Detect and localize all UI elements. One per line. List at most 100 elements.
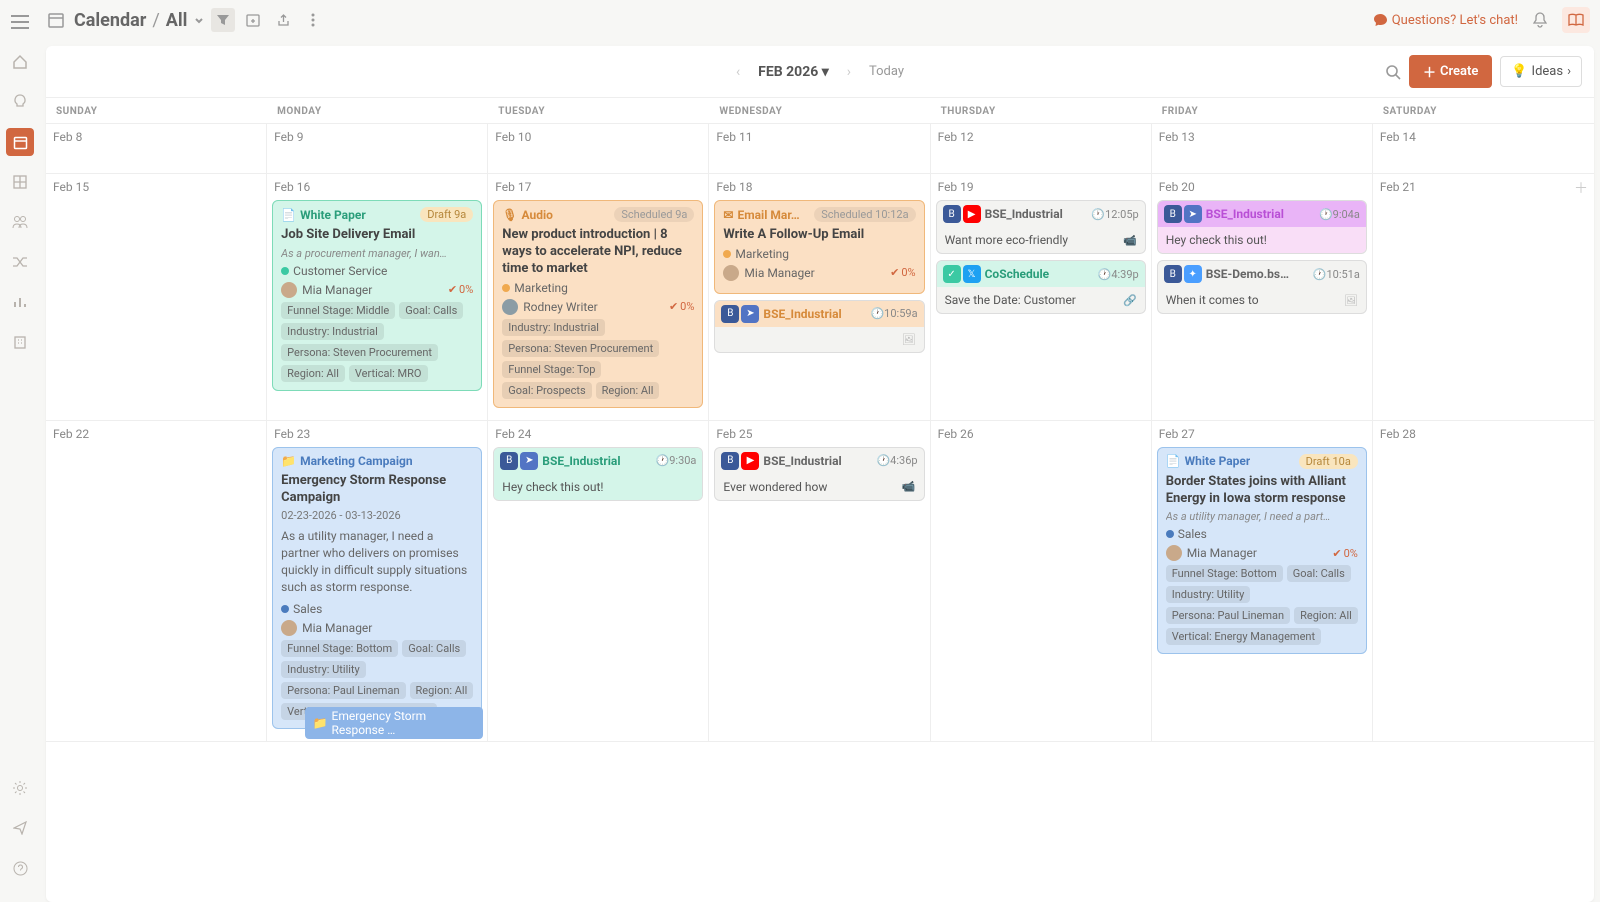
- month-picker[interactable]: FEB 2026 ▾: [758, 64, 829, 80]
- card-title: Job Site Delivery Email: [281, 227, 473, 244]
- card-title: Emergency Storm Response Campaign: [281, 473, 473, 507]
- bulb-icon[interactable]: [6, 88, 34, 116]
- dept-dot: [281, 605, 289, 613]
- tag: Region: All: [410, 682, 474, 699]
- coschedule-icon: ✓: [943, 265, 961, 283]
- tag: Goal: Calls: [1287, 565, 1351, 582]
- social-card[interactable]: B➤ BSE_Industrial 🕐9:30a Hey check this …: [493, 447, 703, 501]
- next-month[interactable]: ›: [847, 64, 851, 80]
- tag: Funnel Stage: Bottom: [1166, 565, 1283, 582]
- sidebar: [0, 0, 40, 902]
- ideas-button[interactable]: 💡Ideas›: [1500, 56, 1582, 87]
- analytics-icon[interactable]: [6, 288, 34, 316]
- avatar: [1166, 545, 1182, 561]
- breadcrumb-root: Calendar: [74, 10, 146, 31]
- progress: ✔0%: [669, 300, 694, 313]
- tag: Vertical: MRO: [349, 365, 428, 382]
- shuffle-icon[interactable]: [6, 248, 34, 276]
- card-body: As a utility manager, I need a partner w…: [281, 528, 473, 595]
- bell-icon[interactable]: [1528, 8, 1552, 32]
- social-icon: ✦: [1184, 265, 1202, 283]
- breadcrumb-leaf: All: [166, 10, 188, 31]
- avatar: [723, 265, 739, 281]
- youtube-icon: ▶: [741, 452, 759, 470]
- grid-icon[interactable]: [6, 168, 34, 196]
- folder-icon: 📁: [281, 454, 296, 468]
- buffer-icon: B: [500, 452, 518, 470]
- breadcrumb[interactable]: Calendar / All: [74, 10, 205, 31]
- date-label: Feb 24: [493, 425, 703, 447]
- date-label: Feb 17: [493, 178, 703, 200]
- card-title: New product introduction | 8 ways to acc…: [502, 227, 694, 278]
- help-icon[interactable]: [6, 854, 34, 882]
- tag: Industry: Utility: [1166, 586, 1251, 603]
- email-icon: ✉: [723, 208, 733, 222]
- social-card[interactable]: B✦ BSE-Demo.bs… 🕐10:51a When it comes to…: [1157, 260, 1367, 314]
- calendar: ‹ FEB 2026 ▾ › Today ＋Create 💡Ideas› SUN…: [46, 46, 1594, 902]
- breadcrumb-sep: /: [152, 10, 159, 31]
- video-icon: 📹: [902, 480, 916, 493]
- date-label: Feb 16: [272, 178, 482, 200]
- buffer-icon: B: [1164, 205, 1182, 223]
- more-icon[interactable]: [301, 8, 325, 32]
- date-label: Feb 10: [493, 128, 703, 150]
- chevron-down-icon: [193, 14, 205, 26]
- menu-icon[interactable]: [6, 8, 34, 36]
- card-subtitle: As a utility manager, I need a part…: [1166, 510, 1358, 523]
- tag: Industry: Industrial: [502, 319, 605, 336]
- card-type: White Paper: [1185, 454, 1251, 468]
- dept-dot: [281, 267, 289, 275]
- tag: Persona: Steven Procurement: [281, 344, 438, 361]
- chat-link[interactable]: Questions? Let's chat!: [1373, 13, 1518, 28]
- link-icon: 🔗: [1123, 294, 1137, 307]
- home-icon[interactable]: [6, 48, 34, 76]
- calendar-icon[interactable]: [6, 128, 34, 156]
- avatar: [281, 282, 297, 298]
- card-type: Email Mar…: [737, 208, 799, 222]
- card-type: White Paper: [300, 208, 366, 222]
- calendar-plus-icon[interactable]: [241, 8, 265, 32]
- send-icon[interactable]: [6, 814, 34, 842]
- filter-icon[interactable]: [211, 8, 235, 32]
- card-dates: 02-23-2026 - 03-13-2026: [281, 509, 473, 522]
- tag: Industry: Utility: [281, 661, 366, 678]
- tag: Funnel Stage: Bottom: [281, 640, 398, 657]
- event-card[interactable]: 🎙Audio Scheduled 9a New product introduc…: [493, 200, 703, 408]
- book-icon[interactable]: [1562, 7, 1590, 33]
- dept-dot: [502, 284, 510, 292]
- avatar: [281, 620, 297, 636]
- date-label: Feb 14: [1378, 128, 1589, 150]
- social-card[interactable]: B▶ BSE_Industrial 🕐12:05p Want more eco-…: [936, 200, 1146, 254]
- event-card[interactable]: 📄White Paper Draft 10a Border States joi…: [1157, 447, 1367, 655]
- social-card[interactable]: B➤ BSE_Industrial 🕐10:59a 🖼: [714, 300, 924, 353]
- prev-month[interactable]: ‹: [736, 64, 740, 80]
- date-label: Feb 20: [1157, 178, 1367, 200]
- card-title: Border States joins with Alliant Energy …: [1166, 474, 1358, 508]
- create-button[interactable]: ＋Create: [1409, 55, 1492, 88]
- date-label: Feb 11: [714, 128, 924, 150]
- progress: ✔0%: [1332, 547, 1357, 560]
- add-event-button[interactable]: ＋: [1574, 178, 1588, 198]
- calendar-small-icon: [44, 8, 68, 32]
- social-card[interactable]: B➤ BSE_Industrial 🕐9:04a Hey check this …: [1157, 200, 1367, 254]
- social-card[interactable]: ✓𝕏 CoSchedule 🕐4:39p Save the Date: Cust…: [936, 260, 1146, 314]
- campaign-span-bar[interactable]: 📁Emergency Storm Response …: [305, 707, 484, 739]
- today-button[interactable]: Today: [869, 64, 904, 79]
- bulb-small-icon: 💡: [1511, 64, 1527, 79]
- social-card[interactable]: B▶ BSE_Industrial 🕐4:36p Ever wondered h…: [714, 447, 924, 501]
- gear-icon[interactable]: [6, 774, 34, 802]
- audio-icon: 🎙: [502, 208, 517, 222]
- search-icon[interactable]: [1385, 64, 1401, 80]
- event-card[interactable]: ✉Email Mar… Scheduled 10:12a Write A Fol…: [714, 200, 924, 294]
- card-subtitle: As a procurement manager, I wan…: [281, 247, 473, 260]
- event-card[interactable]: 📄White Paper Draft 9a Job Site Delivery …: [272, 200, 482, 391]
- day-headers: SUNDAY MONDAY TUESDAY WEDNESDAY THURSDAY…: [46, 98, 1594, 124]
- buffer-icon: B: [943, 205, 961, 223]
- event-card[interactable]: 📁Marketing Campaign Emergency Storm Resp…: [272, 447, 482, 729]
- date-label: Feb 23: [272, 425, 482, 447]
- card-title: Write A Follow-Up Email: [723, 227, 915, 244]
- tag: Funnel Stage: Top: [502, 361, 601, 378]
- share-icon[interactable]: [271, 8, 295, 32]
- people-icon[interactable]: [6, 208, 34, 236]
- building-icon[interactable]: [6, 328, 34, 356]
